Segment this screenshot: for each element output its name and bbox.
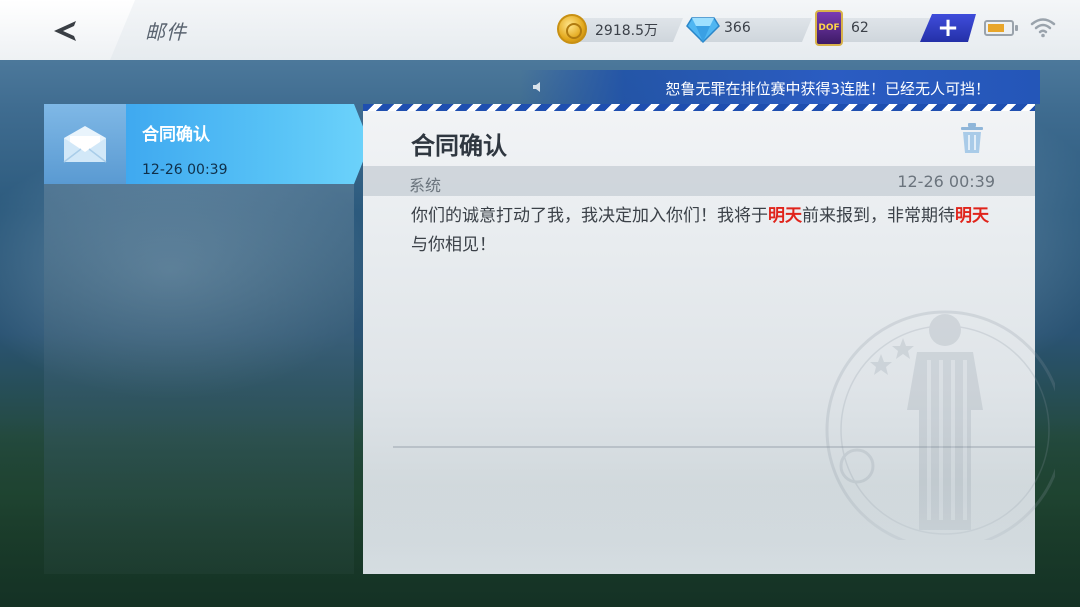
back-arrow-icon bbox=[54, 21, 76, 41]
mail-item-title: 合同确认 bbox=[142, 125, 210, 145]
card-value: 62 bbox=[851, 20, 869, 36]
coin-icon bbox=[557, 14, 587, 44]
header-stripe bbox=[363, 104, 1035, 111]
mail-icon-box bbox=[44, 104, 126, 184]
mail-body-highlight: 明天 bbox=[768, 206, 802, 226]
diamond-value: 366 bbox=[724, 20, 751, 36]
card-counter[interactable]: DOF 62 bbox=[815, 10, 935, 46]
mail-body-text: 你们的诚意打动了我，我决定加入你们！我将于 bbox=[411, 206, 768, 226]
mail-meta-bar: 系统 12-26 00:39 bbox=[363, 166, 1035, 196]
player-card-icon: DOF bbox=[815, 10, 843, 46]
panel-fade bbox=[363, 484, 1035, 574]
coin-counter[interactable]: 2918.5万 bbox=[557, 14, 687, 44]
page-title: 邮件 bbox=[145, 20, 187, 44]
diamond-icon bbox=[686, 17, 720, 44]
mail-list-item[interactable]: 合同确认 12-26 00:39 bbox=[44, 104, 370, 184]
back-button[interactable] bbox=[40, 14, 90, 48]
mail-time: 12-26 00:39 bbox=[897, 172, 995, 191]
mail-body-text: 前来报到，非常期待 bbox=[802, 206, 955, 226]
envelope-icon bbox=[63, 126, 107, 163]
mail-item-date: 12-26 00:39 bbox=[142, 162, 228, 178]
coin-value: 2918.5万 bbox=[595, 23, 658, 39]
notice-banner: 恕鲁无罪在排位赛中获得3连胜！已经无人可挡！ bbox=[520, 70, 1040, 104]
plus-icon: + bbox=[937, 13, 959, 43]
battery-icon bbox=[984, 20, 1018, 36]
trash-icon[interactable] bbox=[959, 122, 985, 154]
mail-body-highlight: 明天 bbox=[955, 206, 989, 226]
speaker-icon bbox=[533, 82, 540, 92]
mail-body-text: 与你相见！ bbox=[411, 235, 496, 255]
diamond-counter[interactable]: 366 bbox=[686, 14, 816, 44]
mail-sender: 系统 bbox=[409, 176, 442, 195]
notice-text: 恕鲁无罪在排位赛中获得3连胜！已经无人可挡！ bbox=[665, 80, 990, 98]
mail-body: 你们的诚意打动了我，我决定加入你们！我将于明天前来报到，非常期待明天与你相见！ bbox=[411, 202, 1001, 260]
mail-detail-panel: 合同确认 系统 12-26 00:39 你们的诚意打动了我，我决定加入你们！我将… bbox=[363, 104, 1055, 574]
mail-subject: 合同确认 bbox=[411, 132, 507, 160]
top-bar: 邮件 2918.5万 366 DOF 62 + bbox=[0, 0, 1080, 60]
wifi-icon bbox=[1030, 18, 1056, 38]
